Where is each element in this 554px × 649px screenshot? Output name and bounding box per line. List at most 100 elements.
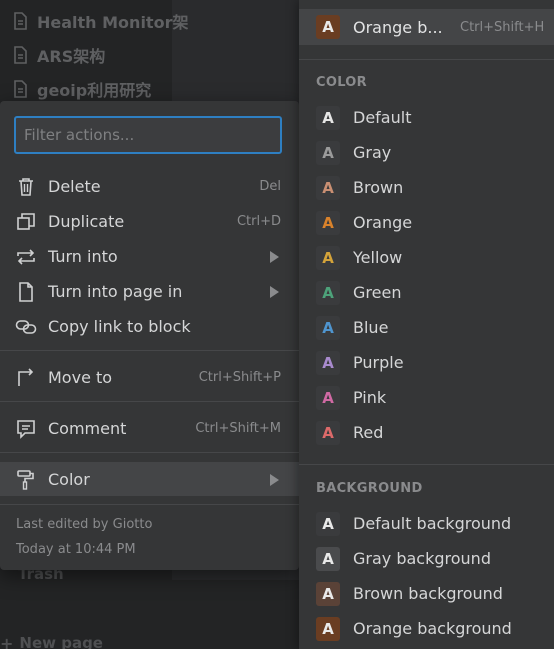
color-action[interactable]: Color [0,462,299,496]
background-option-label: Orange background [353,619,512,638]
color-option-label: Yellow [353,248,403,267]
divider [0,350,299,351]
divider [0,401,299,402]
text-color-option-default[interactable]: A Default [299,101,554,136]
background-option-2[interactable]: A Gray background [299,542,554,577]
duplicate-action[interactable]: Duplicate Ctrl+D [0,204,299,238]
turn-into-icon [15,246,37,268]
color-option-label: Purple [353,353,404,372]
last-edited-by: Last edited by Giotto [16,517,153,532]
turn-into-action[interactable]: Turn into [0,239,299,273]
color-swatch-icon: A [316,246,340,270]
turn-into-page-action[interactable]: Turn into page in [0,274,299,308]
text-color-option-yellow[interactable]: A Yellow [299,241,554,276]
sidebar-page-item[interactable]: Health Monitor架 [12,9,212,33]
submenu-arrow-icon [270,251,279,263]
current-color-shortcut: Ctrl+Shift+H [460,19,545,35]
background-option-3[interactable]: A Brown background [299,577,554,612]
sidebar-page-item[interactable]: geoip利用研究 [12,77,212,101]
color-option-label: Gray [353,143,392,162]
color-option-label: Red [353,423,384,442]
color-section-heading: COLOR [316,75,367,90]
paint-roller-icon [15,469,37,491]
comment-action[interactable]: Comment Ctrl+Shift+M [0,411,299,445]
sidebar-page-title: Health Monitor架 [37,13,189,32]
current-color-label: Orange b... [353,17,443,37]
background-option-label: Default background [353,514,512,533]
divider [299,464,554,465]
color-swatch-icon: A [316,316,340,340]
color-swatch-icon: A [316,351,340,375]
page-icon [14,12,27,30]
background-swatch-icon: A [316,547,340,571]
divider [0,504,299,505]
background-option-1[interactable]: A Default background [299,507,554,542]
delete-label: Delete [48,176,101,196]
plus-icon: + [0,633,14,649]
text-color-option-brown[interactable]: A Brown [299,171,554,206]
divider [299,59,554,60]
text-color-option-purple[interactable]: A Purple [299,346,554,381]
color-option-label: Blue [353,318,389,337]
background-option-label: Gray background [353,549,491,568]
sidebar-page-title: geoip利用研究 [37,81,152,100]
color-option-label: Green [353,283,402,302]
text-color-option-gray[interactable]: A Gray [299,136,554,171]
copy-link-action[interactable]: Copy link to block [0,309,299,343]
page-icon [14,46,27,64]
duplicate-shortcut: Ctrl+D [236,213,281,229]
color-swatch-icon: A [316,281,340,305]
page-icon [15,281,37,303]
comment-label: Comment [48,418,127,438]
comment-shortcut: Ctrl+Shift+M [195,420,281,436]
filter-actions-field[interactable] [14,116,282,154]
color-swatch-icon: A [316,421,340,445]
filter-actions-input[interactable] [16,118,280,152]
link-icon [15,316,37,338]
move-to-action[interactable]: Move to Ctrl+Shift+P [0,360,299,394]
color-swatch-icon: A [316,176,340,200]
color-swatch-icon: A [316,211,340,235]
move-to-shortcut: Ctrl+Shift+P [198,369,281,385]
text-color-option-orange[interactable]: A Orange [299,206,554,241]
new-page-button[interactable]: + New page [0,632,103,649]
current-color-item[interactable]: A Orange b... Ctrl+Shift+H [299,9,554,45]
trash-icon [15,176,37,198]
text-color-option-red[interactable]: A Red [299,416,554,451]
delete-action[interactable]: Delete Del [0,169,299,203]
text-color-option-blue[interactable]: A Blue [299,311,554,346]
background-option-4[interactable]: A Orange background [299,612,554,647]
color-label: Color [48,469,90,489]
delete-shortcut: Del [259,178,281,194]
background-option-label: Brown background [353,584,503,603]
color-option-label: Orange [353,213,413,232]
background-swatch-icon: A [316,617,340,641]
color-swatch-icon: A [316,106,340,130]
color-option-label: Pink [353,388,387,407]
page-icon [14,80,27,98]
sidebar-page-item[interactable]: ARS架构 [12,43,212,67]
duplicate-label: Duplicate [48,211,125,231]
submenu-arrow-icon [270,474,279,486]
background-swatch-icon: A [316,582,340,606]
background-swatch-icon: A [316,512,340,536]
turn-into-page-label: Turn into page in [48,281,183,301]
copy-link-label: Copy link to block [48,316,191,336]
color-swatch-icon: A [316,141,340,165]
block-actions-menu: Delete Del Duplicate Ctrl+D Turn into Tu… [0,101,299,570]
background-section-heading: BACKGROUND [316,481,423,496]
move-arrow-icon [15,367,37,389]
color-swatch-icon: A [316,15,340,39]
submenu-arrow-icon [270,286,279,298]
text-color-option-pink[interactable]: A Pink [299,381,554,416]
duplicate-icon [15,211,37,233]
color-swatch-icon: A [316,386,340,410]
comment-icon [15,418,37,440]
color-option-label: Default [353,108,412,127]
sidebar-page-title: ARS架构 [37,47,106,66]
move-to-label: Move to [48,367,113,387]
new-page-label: New page [19,634,103,649]
last-edited-time: Today at 10:44 PM [16,542,136,557]
color-option-label: Brown [353,178,404,197]
text-color-option-green[interactable]: A Green [299,276,554,311]
